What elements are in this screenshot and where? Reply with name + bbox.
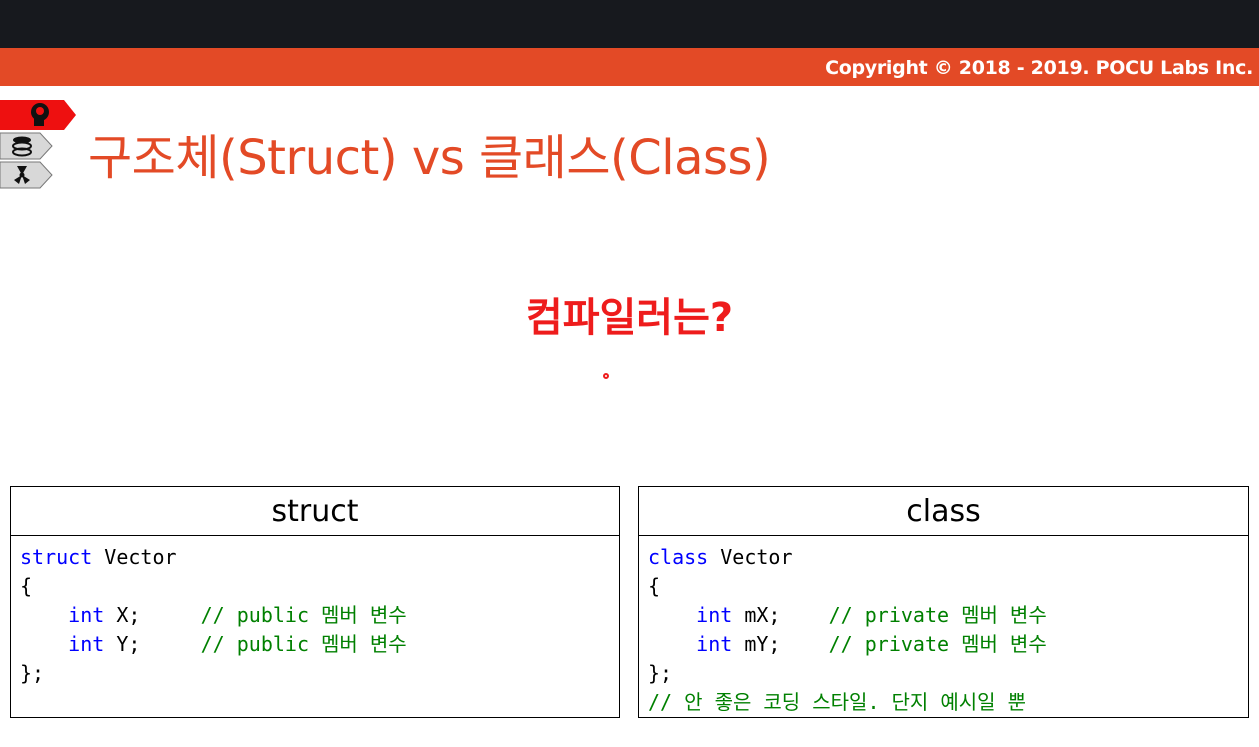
- code-text: };: [20, 661, 45, 685]
- code-text: {: [648, 574, 661, 598]
- struct-panel: struct struct Vector { int X; // public …: [10, 486, 620, 718]
- code-text: };: [648, 661, 673, 685]
- struct-panel-header: struct: [11, 487, 619, 536]
- code-comment: // public 멤버 변수: [200, 603, 407, 627]
- layers-icon[interactable]: [0, 132, 53, 160]
- code-text: mY;: [732, 632, 829, 656]
- code-comment: // private 멤버 변수: [828, 632, 1047, 656]
- code-text: Vector: [708, 545, 793, 569]
- class-code-block: class Vector { int mX; // private 멤버 변수 …: [639, 536, 1248, 717]
- question-text: 컴파일러는?: [525, 295, 734, 341]
- slide-title: 구조체(Struct) vs 클래스(Class): [88, 130, 771, 186]
- code-text: X;: [104, 603, 201, 627]
- code-keyword: int: [68, 603, 105, 627]
- struct-code-block: struct Vector { int X; // public 멤버 변수 i…: [11, 536, 619, 688]
- brain-head-icon[interactable]: [0, 100, 76, 130]
- pointer-dot: [603, 373, 609, 379]
- code-keyword: int: [68, 632, 105, 656]
- top-dark-bar: [0, 0, 1259, 48]
- code-keyword: class: [648, 545, 709, 569]
- code-comment: // private 멤버 변수: [828, 603, 1047, 627]
- radiation-icon[interactable]: [0, 161, 53, 189]
- code-text: {: [20, 574, 33, 598]
- code-text: Y;: [104, 632, 201, 656]
- code-keyword: int: [696, 603, 733, 627]
- copyright-text: Copyright © 2018 - 2019. POCU Labs Inc.: [825, 57, 1253, 79]
- class-panel: class class Vector { int mX; // private …: [638, 486, 1249, 718]
- class-panel-header: class: [639, 487, 1248, 536]
- code-text: mX;: [732, 603, 829, 627]
- code-keyword: int: [696, 632, 733, 656]
- code-comment: // public 멤버 변수: [200, 632, 407, 656]
- code-text: Vector: [92, 545, 177, 569]
- side-nav-icons: [0, 100, 76, 189]
- code-comment-note: // 안 좋은 코딩 스타일. 단지 예시일 뿐: [648, 690, 1027, 714]
- code-keyword: struct: [20, 545, 93, 569]
